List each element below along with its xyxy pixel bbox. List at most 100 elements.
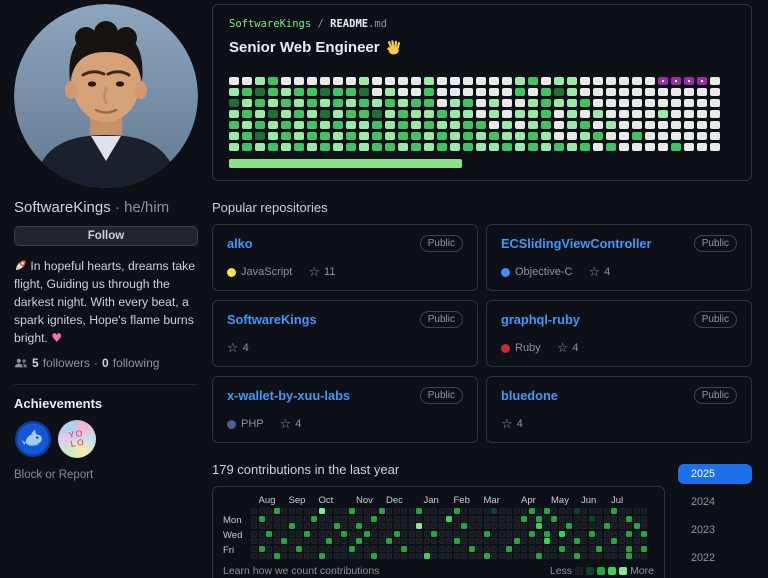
contribution-day-cell[interactable] bbox=[431, 553, 437, 559]
contribution-day-cell[interactable] bbox=[589, 546, 595, 552]
contribution-day-cell[interactable] bbox=[424, 523, 430, 529]
contribution-day-cell[interactable] bbox=[611, 531, 617, 537]
contribution-day-cell[interactable] bbox=[386, 531, 392, 537]
contribution-day-cell[interactable] bbox=[311, 538, 317, 544]
contribution-day-cell[interactable] bbox=[409, 538, 415, 544]
contribution-day-cell[interactable] bbox=[251, 516, 257, 522]
contribution-day-cell[interactable] bbox=[619, 538, 625, 544]
contribution-day-cell[interactable] bbox=[581, 516, 587, 522]
contribution-day-cell[interactable] bbox=[281, 538, 287, 544]
contribution-day-cell[interactable] bbox=[536, 538, 542, 544]
contribution-day-cell[interactable] bbox=[341, 531, 347, 537]
contribution-day-cell[interactable] bbox=[274, 516, 280, 522]
contribution-day-cell[interactable] bbox=[364, 553, 370, 559]
contribution-day-cell[interactable] bbox=[611, 546, 617, 552]
contribution-day-cell[interactable] bbox=[514, 546, 520, 552]
contribution-day-cell[interactable] bbox=[551, 523, 557, 529]
contribution-day-cell[interactable] bbox=[506, 516, 512, 522]
contribution-day-cell[interactable] bbox=[349, 553, 355, 559]
contribution-day-cell[interactable] bbox=[559, 538, 565, 544]
contribution-day-cell[interactable] bbox=[619, 523, 625, 529]
contribution-day-cell[interactable] bbox=[379, 538, 385, 544]
contribution-day-cell[interactable] bbox=[401, 531, 407, 537]
contribution-day-cell[interactable] bbox=[416, 538, 422, 544]
contribution-day-cell[interactable] bbox=[499, 523, 505, 529]
contribution-day-cell[interactable] bbox=[281, 508, 287, 514]
contribution-day-cell[interactable] bbox=[289, 531, 295, 537]
contribution-day-cell[interactable] bbox=[371, 546, 377, 552]
contribution-day-cell[interactable] bbox=[491, 508, 497, 514]
contribution-day-cell[interactable] bbox=[589, 523, 595, 529]
contribution-day-cell[interactable] bbox=[439, 508, 445, 514]
year-button-2022[interactable]: 2022 bbox=[678, 548, 752, 568]
contribution-day-cell[interactable] bbox=[431, 516, 437, 522]
contribution-day-cell[interactable] bbox=[364, 508, 370, 514]
contribution-day-cell[interactable] bbox=[446, 546, 452, 552]
contribution-day-cell[interactable] bbox=[326, 523, 332, 529]
contribution-day-cell[interactable] bbox=[409, 516, 415, 522]
contribution-day-cell[interactable] bbox=[446, 523, 452, 529]
contribution-day-cell[interactable] bbox=[634, 546, 640, 552]
contribution-day-cell[interactable] bbox=[461, 531, 467, 537]
contribution-day-cell[interactable] bbox=[371, 538, 377, 544]
contribution-day-cell[interactable] bbox=[596, 546, 602, 552]
contribution-day-cell[interactable] bbox=[461, 538, 467, 544]
contribution-day-cell[interactable] bbox=[446, 553, 452, 559]
contribution-day-cell[interactable] bbox=[454, 523, 460, 529]
repo-link[interactable]: bluedone bbox=[501, 388, 558, 403]
contribution-day-cell[interactable] bbox=[431, 523, 437, 529]
contribution-day-cell[interactable] bbox=[611, 523, 617, 529]
contribution-day-cell[interactable] bbox=[349, 523, 355, 529]
contribution-day-cell[interactable] bbox=[559, 508, 565, 514]
contribution-day-cell[interactable] bbox=[589, 538, 595, 544]
contribution-day-cell[interactable] bbox=[386, 523, 392, 529]
contribution-day-cell[interactable] bbox=[394, 553, 400, 559]
contribution-day-cell[interactable] bbox=[326, 538, 332, 544]
contribution-day-cell[interactable] bbox=[371, 531, 377, 537]
contribution-day-cell[interactable] bbox=[559, 516, 565, 522]
contribution-day-cell[interactable] bbox=[371, 553, 377, 559]
contribution-day-cell[interactable] bbox=[469, 516, 475, 522]
contribution-day-cell[interactable] bbox=[484, 508, 490, 514]
contribution-day-cell[interactable] bbox=[424, 553, 430, 559]
contribution-day-cell[interactable] bbox=[469, 546, 475, 552]
contribution-day-cell[interactable] bbox=[274, 523, 280, 529]
contribution-day-cell[interactable] bbox=[514, 516, 520, 522]
contribution-day-cell[interactable] bbox=[356, 516, 362, 522]
contribution-day-cell[interactable] bbox=[574, 553, 580, 559]
contribution-day-cell[interactable] bbox=[551, 553, 557, 559]
contribution-day-cell[interactable] bbox=[589, 553, 595, 559]
contribution-day-cell[interactable] bbox=[544, 523, 550, 529]
count-contributions-link[interactable]: Learn how we count contributions bbox=[223, 565, 379, 577]
contribution-day-cell[interactable] bbox=[469, 531, 475, 537]
contribution-day-cell[interactable] bbox=[544, 546, 550, 552]
contribution-day-cell[interactable] bbox=[289, 546, 295, 552]
contribution-day-cell[interactable] bbox=[289, 516, 295, 522]
contribution-day-cell[interactable] bbox=[626, 508, 632, 514]
contribution-day-cell[interactable] bbox=[566, 531, 572, 537]
contribution-day-cell[interactable] bbox=[596, 538, 602, 544]
follow-button[interactable]: Follow bbox=[14, 226, 198, 246]
contribution-day-cell[interactable] bbox=[439, 523, 445, 529]
contribution-day-cell[interactable] bbox=[529, 546, 535, 552]
contribution-day-cell[interactable] bbox=[469, 523, 475, 529]
contribution-day-cell[interactable] bbox=[469, 538, 475, 544]
contribution-day-cell[interactable] bbox=[364, 516, 370, 522]
contribution-day-cell[interactable] bbox=[491, 531, 497, 537]
contribution-day-cell[interactable] bbox=[274, 546, 280, 552]
contribution-day-cell[interactable] bbox=[596, 553, 602, 559]
contribution-day-cell[interactable] bbox=[349, 516, 355, 522]
contribution-day-cell[interactable] bbox=[491, 516, 497, 522]
contribution-day-cell[interactable] bbox=[544, 531, 550, 537]
contribution-day-cell[interactable] bbox=[266, 538, 272, 544]
contribution-day-cell[interactable] bbox=[514, 508, 520, 514]
contribution-day-cell[interactable] bbox=[566, 516, 572, 522]
contribution-day-cell[interactable] bbox=[461, 508, 467, 514]
contribution-day-cell[interactable] bbox=[536, 553, 542, 559]
contribution-day-cell[interactable] bbox=[296, 516, 302, 522]
contribution-day-cell[interactable] bbox=[634, 531, 640, 537]
contribution-day-cell[interactable] bbox=[581, 523, 587, 529]
contribution-day-cell[interactable] bbox=[266, 546, 272, 552]
contribution-day-cell[interactable] bbox=[334, 553, 340, 559]
contribution-day-cell[interactable] bbox=[416, 516, 422, 522]
